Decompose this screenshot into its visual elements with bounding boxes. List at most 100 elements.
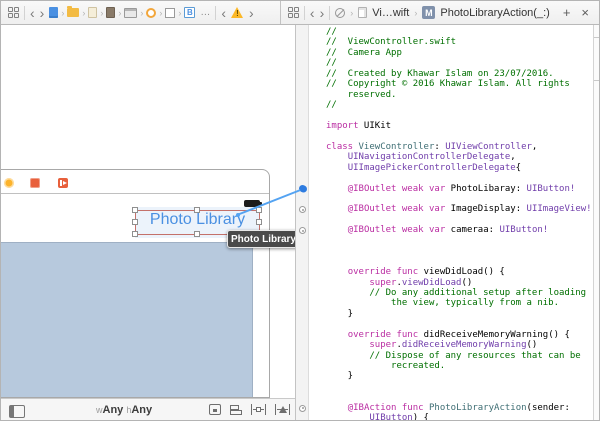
document-outline-toggle-icon[interactable] xyxy=(9,405,25,418)
warning-icon[interactable]: ! xyxy=(231,7,244,18)
resize-handle[interactable] xyxy=(256,207,262,213)
code-line: override func viewDidLoad() { xyxy=(347,267,505,278)
connection-well[interactable] xyxy=(299,206,306,214)
resize-handle[interactable] xyxy=(194,231,200,237)
first-responder-icon[interactable] xyxy=(30,178,40,188)
view-controller-icon[interactable] xyxy=(4,178,14,188)
height-value: Any xyxy=(131,404,153,416)
resize-handle[interactable] xyxy=(256,219,262,225)
resolve-autolayout-icon[interactable] xyxy=(275,404,290,415)
code-line: reserved. xyxy=(326,89,397,100)
next-issue-button[interactable]: › xyxy=(249,6,254,20)
chevron-separator-icon: › xyxy=(159,7,163,18)
file-icon-dark[interactable] xyxy=(106,7,116,18)
view-icon[interactable] xyxy=(165,7,176,18)
scrollbar-tick xyxy=(594,80,599,81)
code-line: UIButton) { xyxy=(369,413,429,421)
method-breadcrumb-label[interactable]: PhotoLibraryAction(_:) xyxy=(440,7,549,19)
jump-bars: ‹ › › › › › › › › B … ‹ ! › ‹ › › Vi…wift › M P… xyxy=(1,1,599,25)
embed-in-stack-icon[interactable] xyxy=(209,404,221,415)
code-line: // xyxy=(326,27,337,37)
view-controller-icon[interactable] xyxy=(146,7,157,18)
scene-dock xyxy=(1,170,269,194)
connection-well[interactable] xyxy=(299,227,306,235)
code-line: // xyxy=(326,58,337,69)
code-line: super.viewDidLoad() xyxy=(369,277,473,288)
code-line: // Camera App xyxy=(326,47,402,58)
method-icon: M xyxy=(422,6,436,19)
resize-handle[interactable] xyxy=(132,231,138,237)
chevron-separator-icon: › xyxy=(118,7,122,18)
swift-file-icon xyxy=(358,7,368,18)
back-button[interactable]: ‹ xyxy=(310,6,315,20)
breadcrumb-ellipsis[interactable]: … xyxy=(200,7,210,18)
close-assistant-button[interactable]: × xyxy=(578,5,592,20)
size-class-control[interactable]: wAny hAny xyxy=(96,404,152,416)
interface-builder-canvas[interactable]: Photo Library Photo Library wAny hAny xyxy=(1,25,296,420)
divider xyxy=(215,5,217,20)
exit-segue-icon[interactable] xyxy=(58,178,68,188)
resize-handle[interactable] xyxy=(132,219,138,225)
code-line: override func didReceiveMemoryWarning() … xyxy=(347,329,570,340)
storyboard-document-icon[interactable] xyxy=(49,7,59,18)
code-line: the view, typically from a nib. xyxy=(326,298,559,309)
code-gutter xyxy=(296,25,309,420)
counterpart-icon[interactable] xyxy=(335,7,346,18)
connection-well-connected[interactable] xyxy=(299,185,306,193)
divider xyxy=(329,5,331,20)
assistant-editor: //// ViewController.swift// Camera App//… xyxy=(296,25,599,421)
code-line: recreated. xyxy=(326,361,446,371)
selection-tooltip: Photo Library xyxy=(227,230,295,248)
chevron-separator-icon: › xyxy=(414,7,418,18)
code-line: import UIKit xyxy=(326,120,392,131)
add-assistant-button[interactable]: + xyxy=(560,5,574,20)
width-value: Any xyxy=(102,404,124,416)
button-icon[interactable]: B xyxy=(184,7,196,18)
jumpbar-assistant: ‹ › › Vi…wift › M PhotoLibraryAction(_:)… xyxy=(281,1,599,24)
code-line: } xyxy=(326,371,354,382)
status-bar-battery-icon xyxy=(244,200,262,207)
resize-handle[interactable] xyxy=(132,207,138,213)
chevron-separator-icon: › xyxy=(350,7,354,18)
editor-split: Photo Library Photo Library wAny hAny //… xyxy=(1,25,599,421)
xcode-assistant-editor-window: ‹ › › › › › › › › B … ‹ ! › ‹ › › Vi…wift › M P… xyxy=(0,0,600,421)
code-line: // Dispose of any resources that can be xyxy=(326,350,581,361)
code-line: UINavigationControllerDelegate, xyxy=(347,152,516,163)
connection-well[interactable] xyxy=(299,404,306,412)
uiimageview-placeholder[interactable] xyxy=(1,242,253,397)
code-line: @IBAction func PhotoLibraryAction(sender… xyxy=(347,402,570,413)
divider xyxy=(303,5,305,20)
scrollbar[interactable] xyxy=(593,25,599,420)
chevron-separator-icon: › xyxy=(61,7,65,18)
code-lines[interactable]: //// ViewController.swift// Camera App//… xyxy=(309,25,593,421)
code-line: // ViewController.swift xyxy=(326,37,457,48)
folder-icon[interactable] xyxy=(67,6,80,17)
pin-constraints-icon[interactable] xyxy=(251,404,266,415)
autolayout-buttons xyxy=(209,404,290,415)
related-items-icon[interactable] xyxy=(287,7,299,18)
chevron-separator-icon: › xyxy=(100,7,104,18)
code-line: // xyxy=(326,100,337,111)
window-icon[interactable] xyxy=(124,7,138,18)
previous-issue-button[interactable]: ‹ xyxy=(221,6,226,20)
chevron-separator-icon: › xyxy=(140,7,144,18)
canvas-bottom-bar: wAny hAny xyxy=(1,398,295,420)
forward-button[interactable]: › xyxy=(320,6,325,20)
scrollbar-tick xyxy=(594,37,599,38)
align-icon[interactable] xyxy=(230,404,242,415)
back-button[interactable]: ‹ xyxy=(30,6,35,20)
file-breadcrumb-label[interactable]: Vi…wift xyxy=(372,7,409,19)
file-icon-light[interactable] xyxy=(88,7,98,18)
view-controller-scene[interactable] xyxy=(1,169,270,398)
related-items-icon[interactable] xyxy=(8,7,19,18)
forward-button[interactable]: › xyxy=(40,6,45,20)
resize-handle[interactable] xyxy=(194,207,200,213)
button-title-label: Photo Library xyxy=(149,211,246,228)
code-line: // Do any additional setup after loading xyxy=(326,287,587,298)
